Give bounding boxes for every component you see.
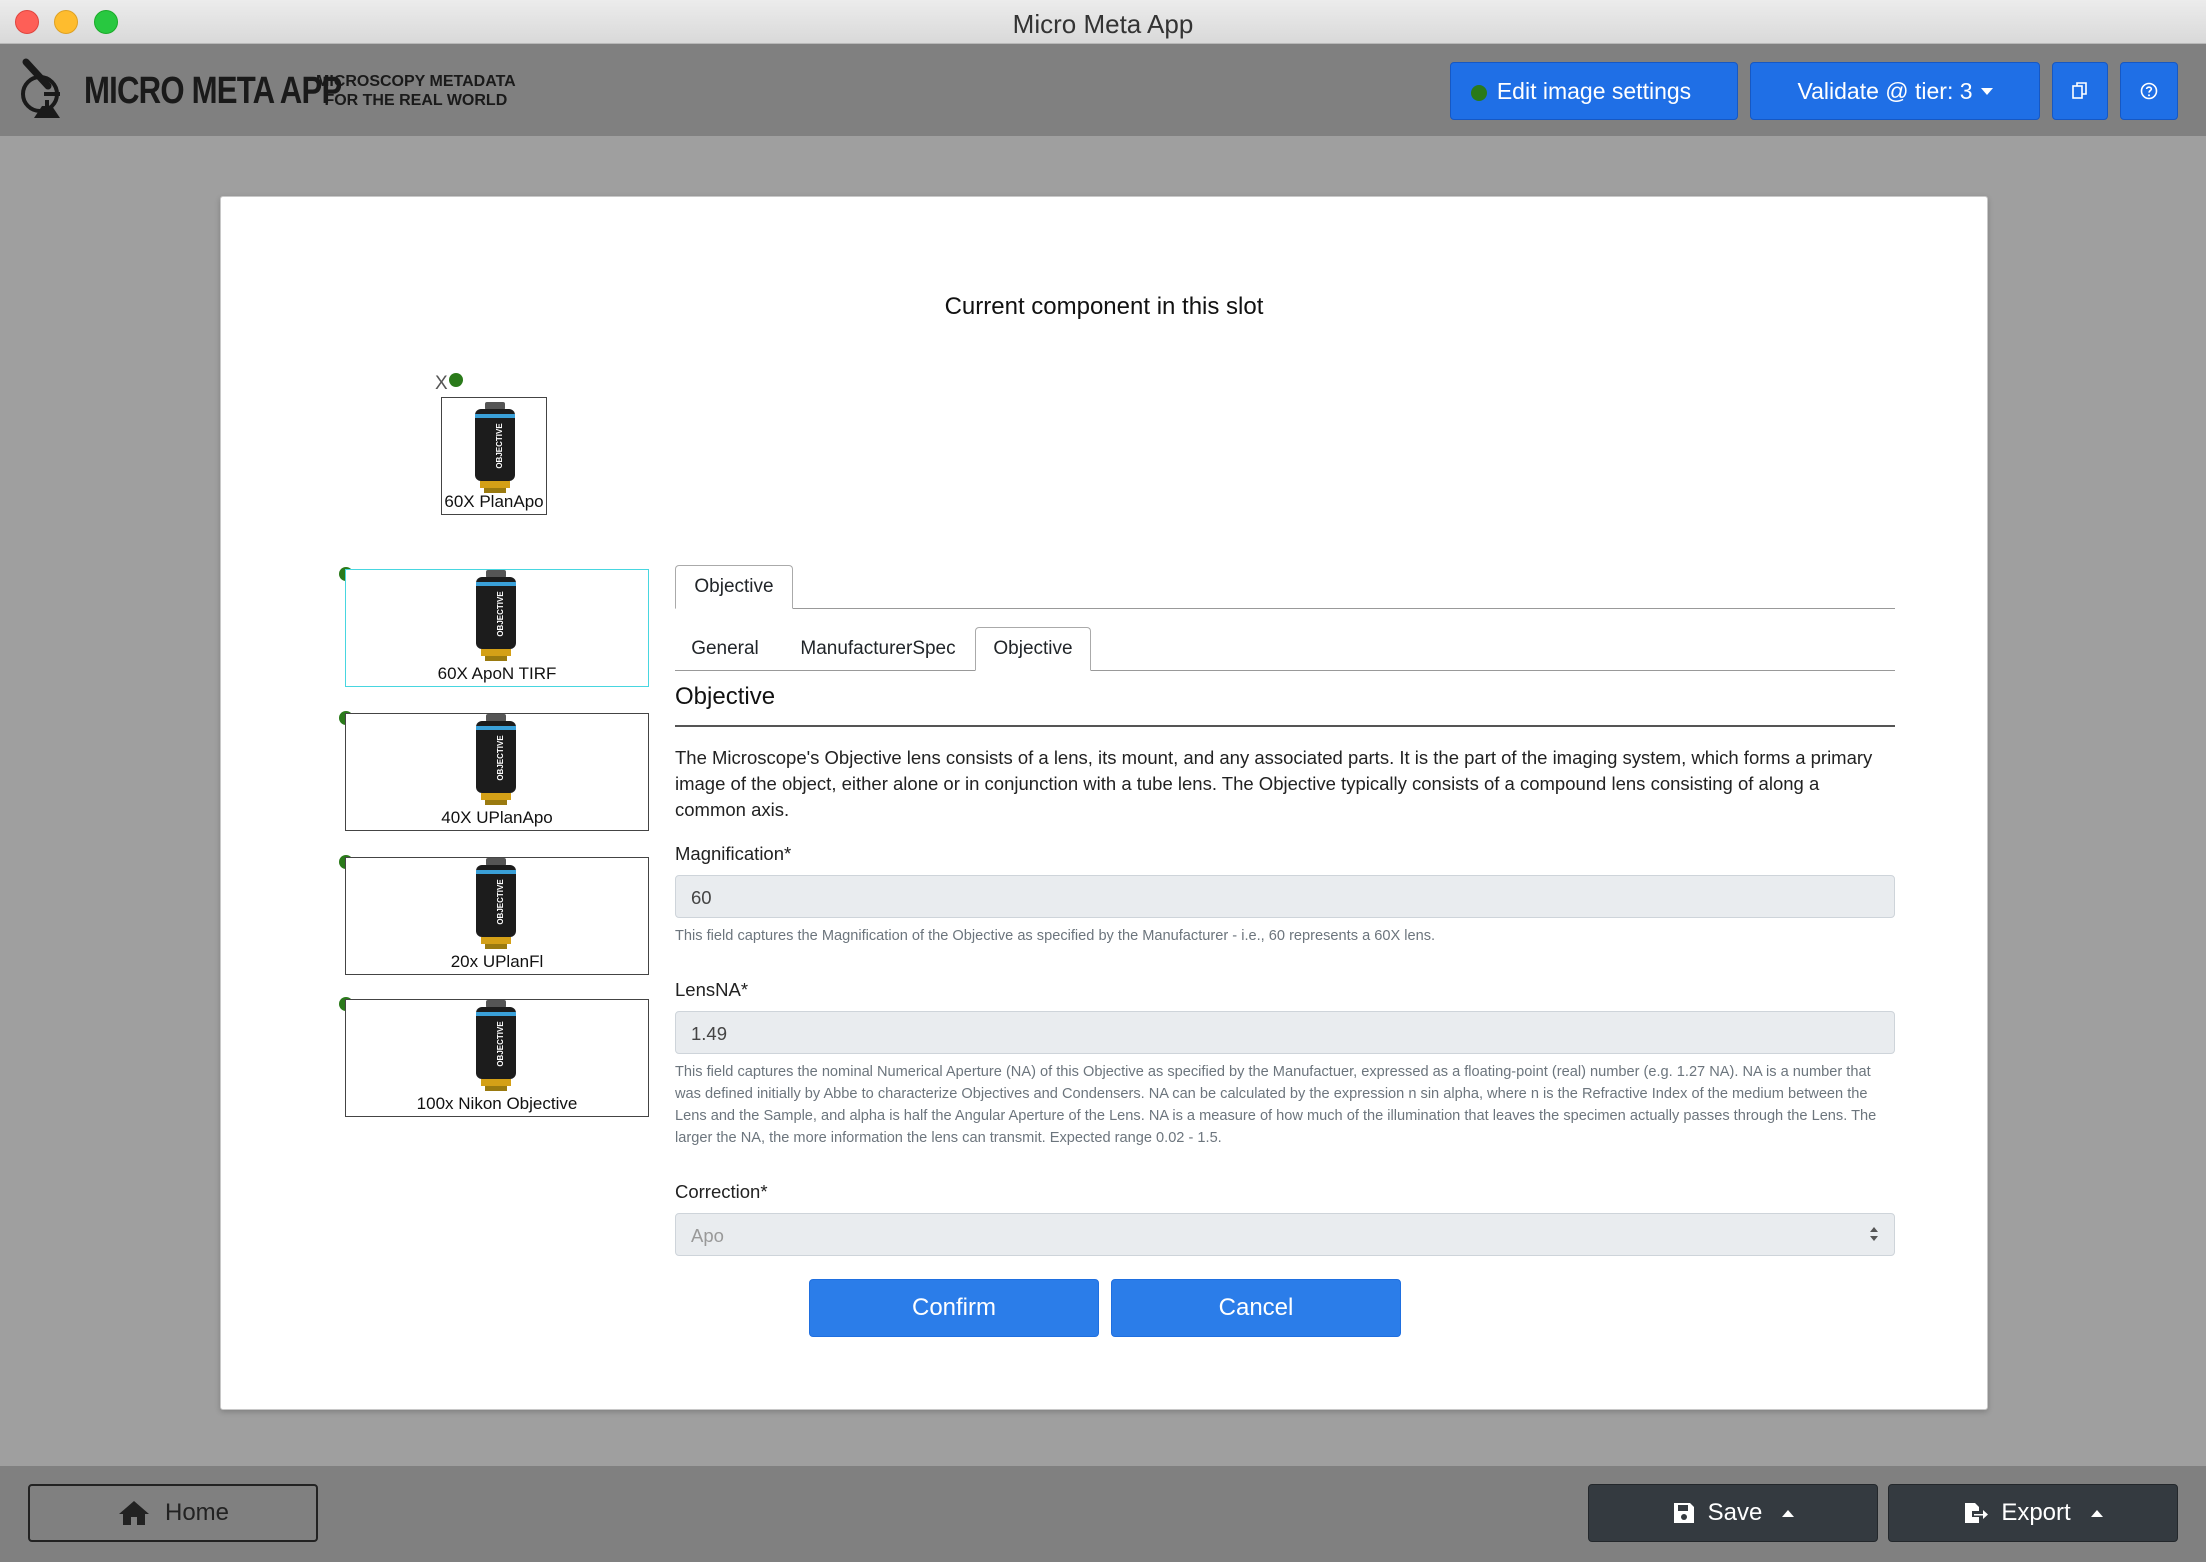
correction-value: Apo bbox=[691, 1225, 724, 1246]
caret-up-icon bbox=[1782, 1509, 1795, 1517]
objective-lens-icon: OBJECTIVE bbox=[476, 570, 516, 661]
dialog-title: Current component in this slot bbox=[944, 293, 1264, 320]
microscope-logo-icon bbox=[21, 58, 60, 118]
status-dot bbox=[1471, 85, 1487, 101]
help-button[interactable] bbox=[2120, 62, 2178, 120]
svg-text:OBJECTIVE: OBJECTIVE bbox=[496, 879, 505, 925]
objective-lens-icon: OBJECTIVE bbox=[475, 402, 515, 493]
objective-lens-icon: OBJECTIVE bbox=[476, 1000, 516, 1091]
lens-na-help: This field captures the nominal Numerica… bbox=[675, 1064, 1877, 1146]
svg-text:OBJECTIVE: OBJECTIVE bbox=[496, 591, 505, 637]
confirm-button[interactable]: Confirm bbox=[809, 1279, 1099, 1337]
save-dropdown-button[interactable]: Save bbox=[1588, 1484, 1878, 1542]
component-card[interactable]: OBJECTIVE 40X UPlanApo bbox=[345, 713, 649, 831]
svg-text:OBJECTIVE: OBJECTIVE bbox=[496, 1021, 505, 1067]
tab-objective-top[interactable]: Objective bbox=[675, 565, 793, 609]
component-label: 20x UPlanFl bbox=[450, 952, 544, 971]
section-description: The Microscope's Objective lens consists… bbox=[675, 747, 1873, 820]
caret-down-icon bbox=[1980, 87, 1993, 95]
component-card[interactable]: OBJECTIVE 20x UPlanFl bbox=[345, 857, 649, 975]
app-footer: Home Save Export bbox=[0, 1466, 2206, 1562]
svg-text:OBJECTIVE: OBJECTIVE bbox=[495, 423, 504, 469]
tab-general[interactable]: General bbox=[675, 627, 775, 671]
component-card[interactable]: OBJECTIVE 100x Nikon Objective bbox=[345, 999, 649, 1117]
app-logo: MICRO META APP MICROSCOPY METADATA FOR T… bbox=[20, 56, 540, 126]
select-arrows-icon bbox=[1870, 1227, 1878, 1243]
tab-divider bbox=[675, 608, 1895, 609]
home-icon bbox=[118, 1501, 149, 1525]
remove-component-button[interactable]: X bbox=[435, 373, 448, 395]
export-icon bbox=[1965, 1503, 1989, 1523]
edit-image-settings-button[interactable]: Edit image settings bbox=[1450, 62, 1738, 120]
magnification-field[interactable]: 60 bbox=[675, 875, 1895, 918]
correction-label: Correction* bbox=[675, 1181, 768, 1202]
magnification-help: This field captures the Magnification of… bbox=[675, 928, 1436, 944]
edit-image-settings-label: Edit image settings bbox=[1496, 77, 1692, 104]
component-card[interactable]: OBJECTIVE 60X ApoN TIRF bbox=[345, 569, 649, 687]
home-button[interactable]: Home bbox=[28, 1484, 318, 1542]
window-titlebar: Micro Meta App bbox=[0, 0, 2206, 44]
component-dialog: Current component in this slot X OBJECTI… bbox=[220, 196, 1988, 1410]
component-label: 40X UPlanApo bbox=[441, 808, 553, 827]
copy-button[interactable] bbox=[2052, 62, 2108, 120]
export-dropdown-button[interactable]: Export bbox=[1888, 1484, 2178, 1542]
help-icon bbox=[2140, 82, 2158, 100]
save-label: Save bbox=[1707, 1499, 1763, 1526]
logo-tagline: MICROSCOPY METADATA FOR THE REAL WORLD bbox=[316, 72, 516, 110]
objective-lens-icon: OBJECTIVE bbox=[476, 858, 516, 949]
tab-divider bbox=[675, 670, 1895, 671]
section-title: Objective bbox=[675, 683, 776, 710]
current-slot-component[interactable]: OBJECTIVE 60X PlanApo bbox=[441, 397, 547, 515]
svg-text:OBJECTIVE: OBJECTIVE bbox=[496, 735, 505, 781]
save-icon bbox=[1673, 1503, 1694, 1523]
tab-manufacturer-spec[interactable]: ManufacturerSpec bbox=[785, 627, 971, 671]
magnification-label: Magnification* bbox=[675, 843, 792, 864]
app-header: MICRO META APP MICROSCOPY METADATA FOR T… bbox=[0, 44, 2206, 136]
home-label: Home bbox=[164, 1499, 230, 1526]
correction-select[interactable]: Apo bbox=[675, 1213, 1895, 1256]
current-slot-label: 60X PlanApo bbox=[444, 492, 544, 511]
section-divider bbox=[675, 725, 1895, 727]
cancel-button[interactable]: Cancel bbox=[1111, 1279, 1401, 1337]
export-label: Export bbox=[2001, 1499, 2071, 1526]
component-label: 100x Nikon Objective bbox=[416, 1094, 578, 1113]
component-label: 60X ApoN TIRF bbox=[437, 664, 557, 683]
lens-na-label: LensNA* bbox=[675, 979, 749, 1000]
logo-tagline-line1: MICROSCOPY METADATA bbox=[316, 73, 516, 90]
logo-tagline-line2: FOR THE REAL WORLD bbox=[324, 92, 508, 109]
caret-up-icon bbox=[2090, 1509, 2103, 1517]
tab-objective[interactable]: Objective bbox=[975, 627, 1091, 671]
validate-tier-label: Validate @ tier: 3 bbox=[1797, 77, 1973, 104]
objective-lens-icon: OBJECTIVE bbox=[476, 714, 516, 805]
copy-icon bbox=[2072, 82, 2087, 99]
status-dot bbox=[449, 373, 463, 387]
window-title: Micro Meta App bbox=[1012, 9, 1194, 39]
validate-tier-dropdown[interactable]: Validate @ tier: 3 bbox=[1750, 62, 2040, 120]
lens-na-field[interactable]: 1.49 bbox=[675, 1011, 1895, 1054]
logo-name: MICRO META APP bbox=[84, 70, 342, 112]
